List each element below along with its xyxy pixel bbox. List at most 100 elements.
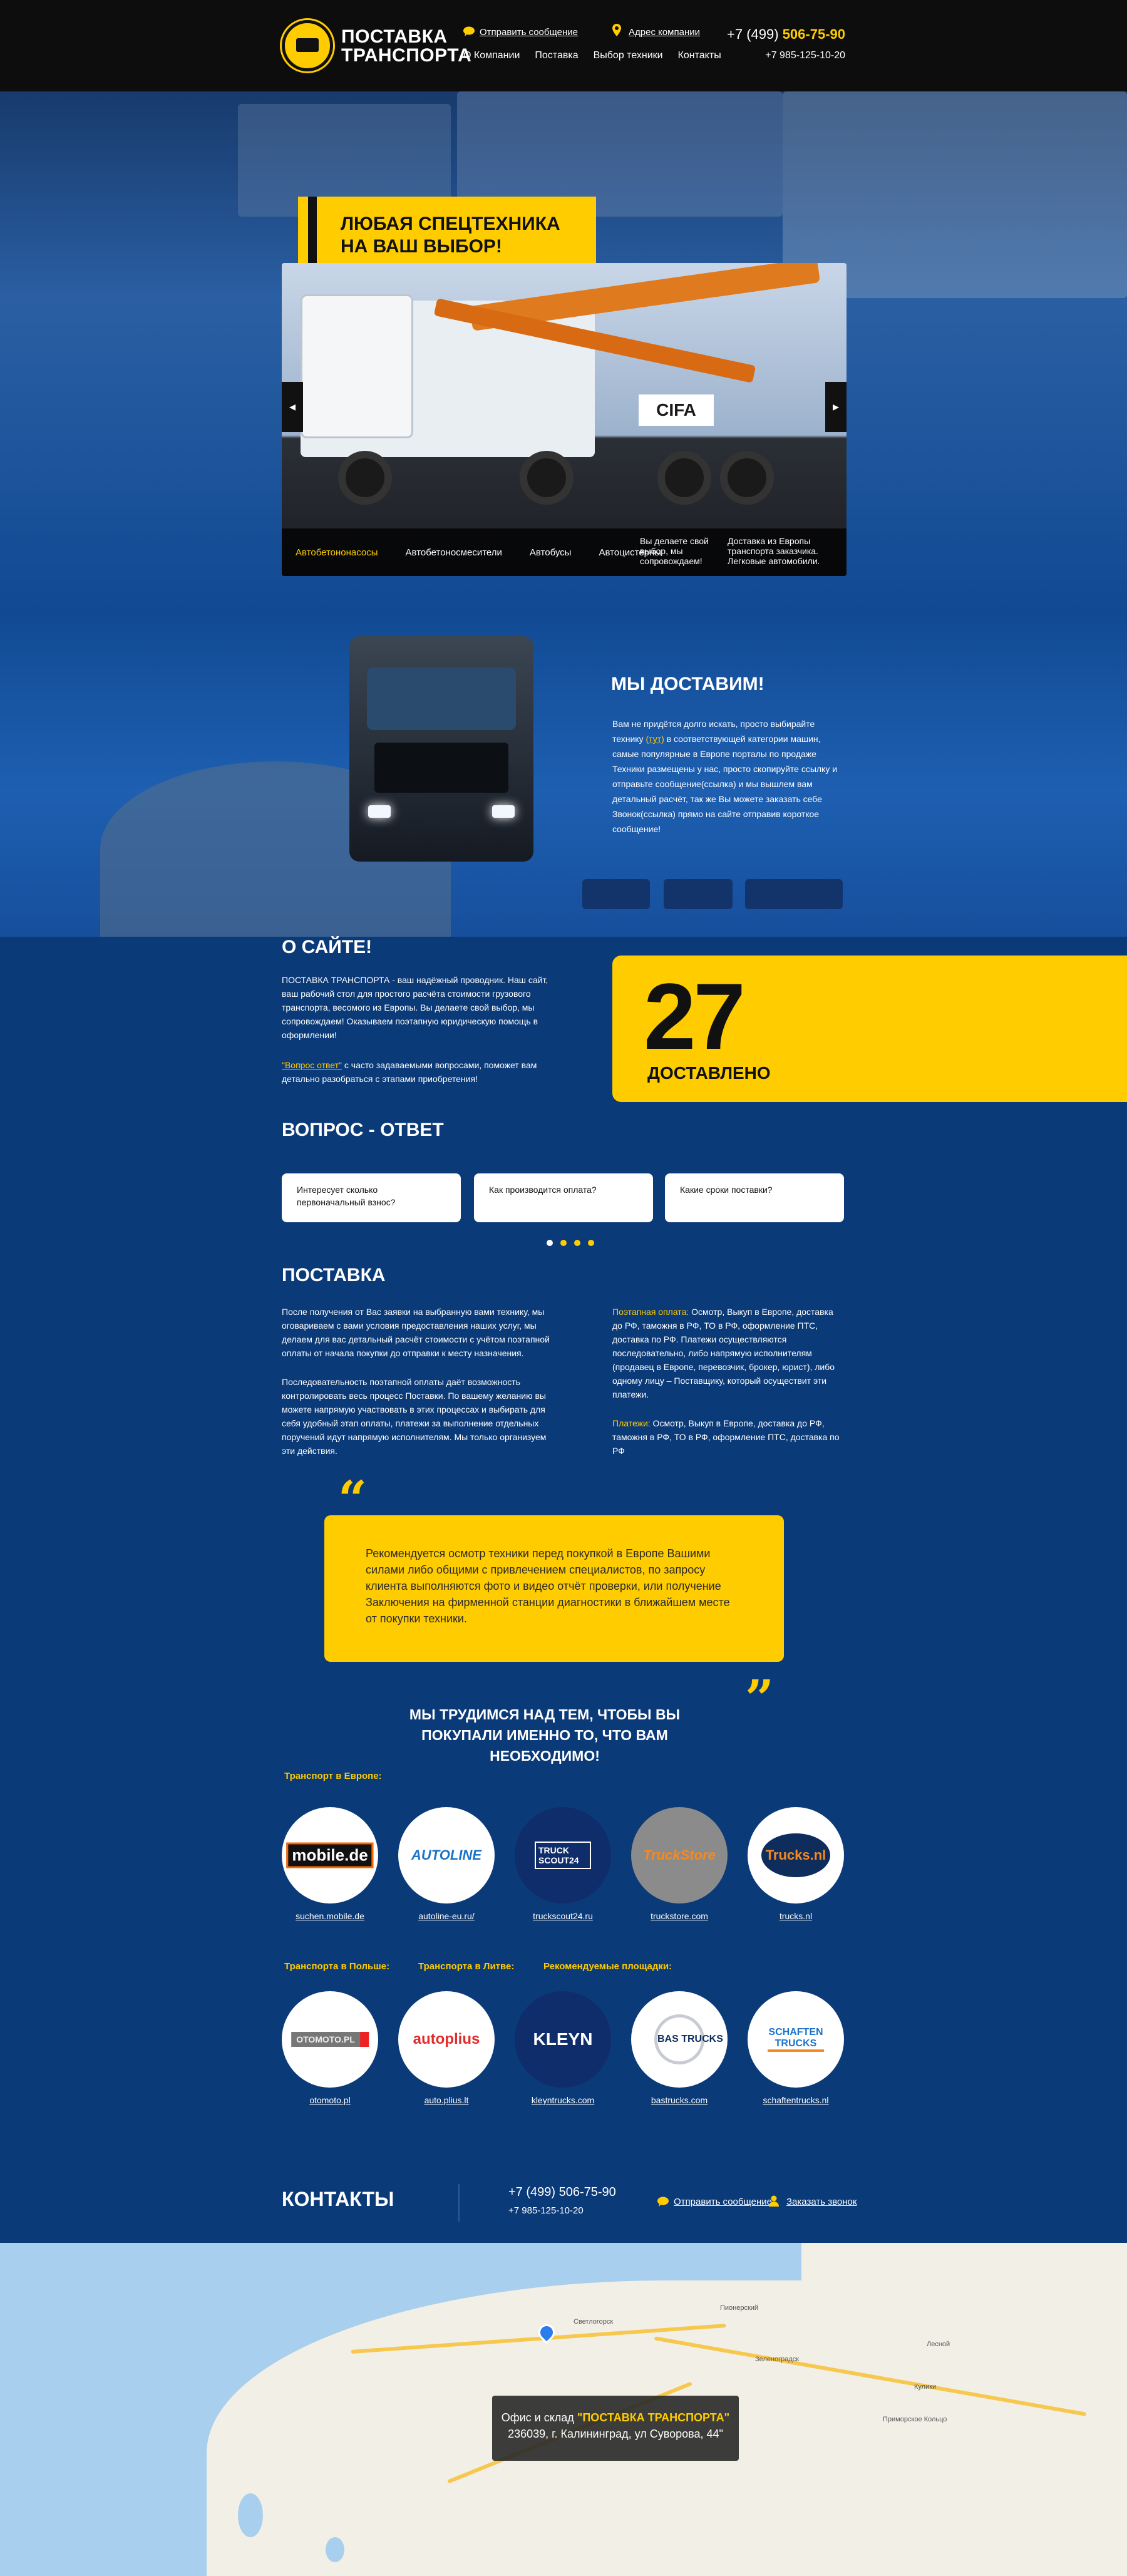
site-link[interactable]: suchen.mobile.de [282,1911,378,1921]
pagination-dot[interactable] [574,1240,580,1246]
site-mobile[interactable]: mobile.de suchen.mobile.de [282,1807,378,1921]
contacts-phone[interactable]: +7 (499) 506-75-90 [508,2185,616,2200]
pagination-dot[interactable] [588,1240,594,1246]
header: ПОСТАВКА ТРАНСПОРТА Отправить сообщение … [0,0,1127,91]
about-text: ПОСТАВКА ТРАНСПОРТА - ваш надёжный прово… [282,975,548,1040]
truckscout-logo-icon: TRUCK SCOUT24 [535,1842,591,1869]
deliver-catalog-link[interactable]: (тут) [646,734,664,744]
map-town: Приморское Кольцо [883,2416,947,2423]
site-link[interactable]: kleyntrucks.com [515,2095,611,2105]
site-otomoto[interactable]: OTOMOTO.PL otomoto.pl [282,1991,378,2105]
quote-box: Рекомендуется осмотр техники перед покуп… [324,1515,784,1662]
site-link[interactable]: truckstore.com [631,1911,728,1921]
company-address-link[interactable]: Адрес компании [629,27,700,38]
truck-icon [582,879,650,909]
site-link[interactable]: trucks.nl [748,1911,844,1921]
site-autoline[interactable]: AUTOLINE autoline-eu.ru/ [398,1807,495,1921]
group-lithuania-label: Транспорта в Литве: [418,1961,515,1972]
faq-card[interactable]: Как производится оплата? [474,1173,653,1222]
site-link[interactable]: schaftentrucks.nl [748,2095,844,2105]
autoline-logo-icon: AUTOLINE [411,1847,482,1863]
slider-prev-arrow-icon[interactable]: ◂ [282,382,303,432]
map-town: Зеленоградск [755,2356,800,2363]
slider-note: Доставка из Европы транспорта заказчика.… [728,536,820,566]
slider-next-arrow-icon[interactable]: ▸ [825,382,847,432]
faq-link[interactable]: "Вопрос ответ" [282,1060,342,1070]
faq-card[interactable]: Какие сроки поставки? [665,1173,844,1222]
payments-heading: Платежи: [612,1418,651,1428]
location-pin-icon [612,24,621,36]
page: { "header": { "logo_line1": "ПОСТАВКА", … [0,0,1127,2576]
faq-card[interactable]: Интересует сколько первоначальный взнос? [282,1173,461,1222]
supply-text-2: Последовательность поэтапной оплаты даёт… [282,1377,547,1456]
supply-staged-payment: Поэтапная оплата: Осмотр, Выкуп в Европе… [612,1305,844,1401]
counter-label: ДОСТАВЛЕНО [647,1063,771,1083]
pagination-dot[interactable] [560,1240,567,1246]
map[interactable]: Светлогорск Пионерский Зеленоградск Лесн… [0,2243,1127,2576]
logo-line-1: ПОСТАВКА [341,26,448,47]
logo-truck-icon[interactable] [282,20,333,71]
counter-value: 27 [644,964,746,1069]
slider-tabs: Автобетононасосы Автобетоносмесители Авт… [282,528,847,576]
site-link[interactable]: auto.plius.lt [398,2095,495,2105]
autoplius-logo-icon: autoplius [413,2031,480,2048]
site-link[interactable]: autoline-eu.ru/ [398,1911,495,1921]
mobile-logo-icon: mobile.de [286,1842,374,1868]
hero-slider[interactable]: CIFA ◂ ▸ Автобетононасосы Автобетоносмес… [282,263,847,576]
contacts-divider [458,2184,460,2222]
nav-about[interactable]: О Компании [463,50,520,61]
site-kleyn[interactable]: KLEYN kleyntrucks.com [515,1991,611,2105]
map-office-name: "ПОСТАВКА ТРАНСПОРТА" [577,2411,730,2424]
staged-payment-text: Осмотр, Выкуп в Европе, доставка до РФ, … [612,1307,835,1399]
contacts-phone-alt[interactable]: +7 985-125-10-20 [508,2205,584,2216]
header-phone[interactable]: +7 (499) 506-75-90 [727,26,845,43]
site-schaften[interactable]: SCHAFTEN TRUCKS schaftentrucks.nl [748,1991,844,2105]
contacts-send-message-link[interactable]: Отправить сообщение [674,2197,772,2207]
nav-supply[interactable]: Поставка [535,50,578,61]
tow-truck-icon [664,879,733,909]
staged-payment-heading: Поэтапная оплата: [612,1307,689,1317]
site-truckscout[interactable]: TRUCK SCOUT24 truckscout24.ru [515,1807,611,1921]
slider-tab[interactable]: Автобетоносмесители [392,547,516,558]
site-bas[interactable]: BAS TRUCKS bastrucks.com [631,1991,728,2105]
nav-contacts[interactable]: Контакты [678,50,721,61]
site-trucks-nl[interactable]: Trucks.nl trucks.nl [748,1807,844,1921]
site-link[interactable]: truckscout24.ru [515,1911,611,1921]
map-office-prefix: Офис и склад [501,2411,577,2424]
logo-text[interactable]: ПОСТАВКА ТРАНСПОРТА [341,28,471,65]
otomoto-logo-icon: OTOMOTO.PL [291,2032,369,2047]
wheel [520,451,574,505]
site-autoplius[interactable]: autoplius auto.plius.lt [398,1991,495,2105]
slogan: МЫ ТРУДИМСЯ НАД ТЕМ, ЧТОБЫ ВЫ ПОКУПАЛИ И… [409,1706,681,1764]
send-message-link[interactable]: Отправить сообщение [480,27,578,38]
bas-logo-icon: BAS TRUCKS [654,2014,723,2064]
header-phone-alt[interactable]: +7 985-125-10-20 [765,50,845,61]
supply-payments: Платежи: Осмотр, Выкуп в Европе, доставк… [612,1416,844,1458]
schaften-logo-icon: SCHAFTEN TRUCKS [768,2027,824,2052]
site-link[interactable]: bastrucks.com [631,2095,728,2105]
phone-prefix: +7 (499) [727,26,779,42]
pagination-dot[interactable] [547,1240,553,1246]
deliver-section: МЫ ДОСТАВИМ! Вам не придётся долго искат… [0,611,1127,937]
slider-tab[interactable]: Автобетононасосы [282,547,392,558]
site-link[interactable]: otomoto.pl [282,2095,378,2105]
truck-cab [301,294,413,438]
delivered-counter: 27 ДОСТАВЛЕНО [612,956,1127,1102]
order-call-link[interactable]: Заказать звонок [786,2197,857,2207]
scania-truck-image [349,636,533,862]
faq-pagination [547,1240,594,1246]
slider-note: Вы делаете свой выбор, мы сопровождаем! [640,536,709,566]
group-europe-label: Транспорт в Европе: [284,1771,382,1781]
about-faq-text: "Вопрос ответ" с часто задаваемыми вопро… [282,1058,557,1086]
deliver-title: МЫ ДОСТАВИМ! [611,674,764,694]
map-town: Пионерский [720,2304,759,2312]
group-recommended-label: Рекомендуемые площадки: [543,1961,672,1972]
site-truckstore[interactable]: TruckStore truckstore.com [631,1807,728,1921]
slider-tab[interactable]: Автобусы [516,547,585,558]
deliver-text-b: в соответствующей категории машин, самые… [612,734,838,834]
phone-number: 506-75-90 [782,26,845,42]
truckstore-logo-icon: TruckStore [643,1847,716,1863]
nav-choose[interactable]: Выбор техники [594,50,663,61]
map-town: Кулики [914,2383,937,2391]
map-lake [326,2537,344,2562]
